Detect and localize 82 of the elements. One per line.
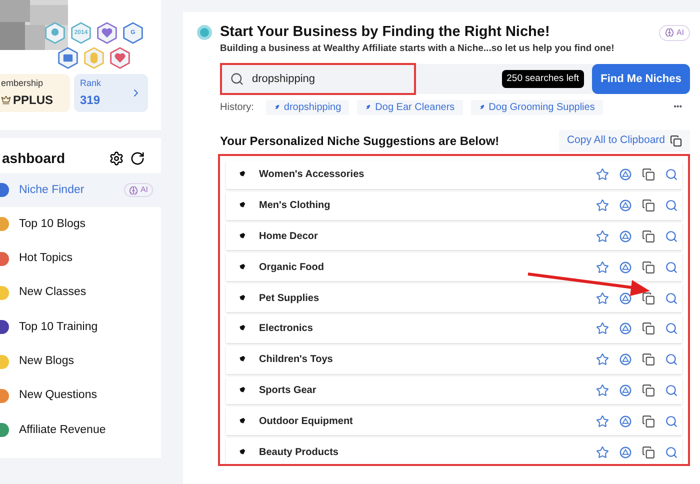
star-icon[interactable] [596,322,609,336]
find-niches-button[interactable]: Find Me Niches [592,64,690,94]
niche-name: Beauty Products [259,446,340,460]
sidebar-item[interactable]: Top 10 Blogs [0,207,161,242]
copy-icon[interactable] [642,199,655,212]
copy-icon [670,135,682,147]
sidebar-item[interactable]: New Classes [0,276,161,310]
niche-name: Men's Clothing [259,199,332,214]
search-icon[interactable] [665,384,678,397]
sidebar-item-label: New Questions [19,388,98,404]
search-icon[interactable] [665,322,678,336]
ai-badge: AI [124,183,153,198]
sidebar-item[interactable]: Top 10 Training [0,310,161,344]
history-chip[interactable]: dropshipping [266,100,350,114]
search-icon[interactable] [665,260,678,274]
copy-icon[interactable] [642,322,655,336]
star-icon[interactable] [596,414,609,428]
star-icon[interactable] [596,446,609,459]
sidebar-item[interactable]: Niche Finder AI [0,173,161,208]
membership-value: PPLUS [13,92,54,109]
copy-all-button[interactable]: Copy All to Clipboard [558,130,690,152]
search-icon[interactable] [665,446,678,459]
rank-card[interactable]: Rank 319 [74,74,148,112]
copy-icon[interactable] [642,230,655,243]
niche-name: Pet Supplies [259,292,320,306]
more-button[interactable]: ••• [674,101,682,113]
sidebar-item-label: Affiliate Revenue [19,422,107,438]
copy-icon[interactable] [642,414,655,428]
search-icon[interactable] [665,199,678,212]
star-icon[interactable] [596,353,609,366]
star-icon[interactable] [596,384,609,397]
niche-name: Electronics [259,322,314,336]
niche-name: Sports Gear [259,384,318,398]
niche-name: Organic Food [259,260,325,275]
search-icon[interactable] [665,353,678,366]
niche-name: Outdoor Equipment [259,414,354,429]
search-icon [230,72,244,86]
refresh-icon[interactable] [130,150,145,166]
star-icon[interactable] [596,168,609,182]
search-icon[interactable] [665,230,678,243]
star-icon[interactable] [596,292,609,305]
copy-icon[interactable] [642,260,655,274]
search-icon[interactable] [665,414,678,428]
search-icon[interactable] [665,168,678,182]
searches-left-badge: 250 searches left [502,70,584,88]
copy-icon[interactable] [642,384,655,397]
rank-label: Rank [80,77,102,90]
page-subtitle: Building a business at Wealthy Affiliate starts with a Niche...so let us help you find one! [220,42,616,56]
niche-name: Women's Accessories [259,168,366,182]
sidebar-item[interactable]: Hot Topics [0,242,161,276]
crown-icon [1,94,11,105]
niche-name: Children's Toys [259,353,334,368]
history-chip[interactable]: Dog Ear Cleaners [357,100,463,114]
sidebar-item[interactable]: New Questions [0,378,161,414]
niche-name: Home Decor [259,230,319,244]
history-label: History: [220,100,254,114]
sidebar-item-label: Hot Topics [19,251,74,266]
copy-icon[interactable] [642,353,655,366]
sidebar-item[interactable]: Affiliate Revenue [0,413,161,448]
rank-value: 319 [80,92,100,109]
copy-icon[interactable] [642,446,655,459]
ai-badge: AI [659,24,690,41]
history-chip[interactable]: Dog Grooming Supplies [470,100,603,114]
sidebar-item[interactable]: New Blogs [0,344,161,379]
sidebar-title: ashboard [2,148,66,168]
sidebar-item-label: New Classes [19,285,88,300]
copy-icon[interactable] [642,292,655,305]
sidebar-item-label: Top 10 Training [19,320,99,335]
logo-icon [197,25,212,40]
star-icon[interactable] [596,199,609,212]
sidebar-item-label: Top 10 Blogs [19,216,86,232]
settings-icon[interactable] [109,150,124,166]
membership-label: embership [1,77,44,90]
suggestions-title: Your Personalized Niche Suggestions are Below! [220,133,500,150]
sidebar-item-label: New Blogs [19,354,75,369]
sidebar-item-label: Niche Finder [19,182,86,198]
copy-icon[interactable] [642,168,655,182]
page-title: Start Your Business by Finding the Right Niche! [220,23,551,42]
search-icon[interactable] [665,292,678,305]
star-icon[interactable] [596,230,609,243]
search-field[interactable]: dropshipping [220,63,416,95]
star-icon[interactable] [596,260,609,274]
